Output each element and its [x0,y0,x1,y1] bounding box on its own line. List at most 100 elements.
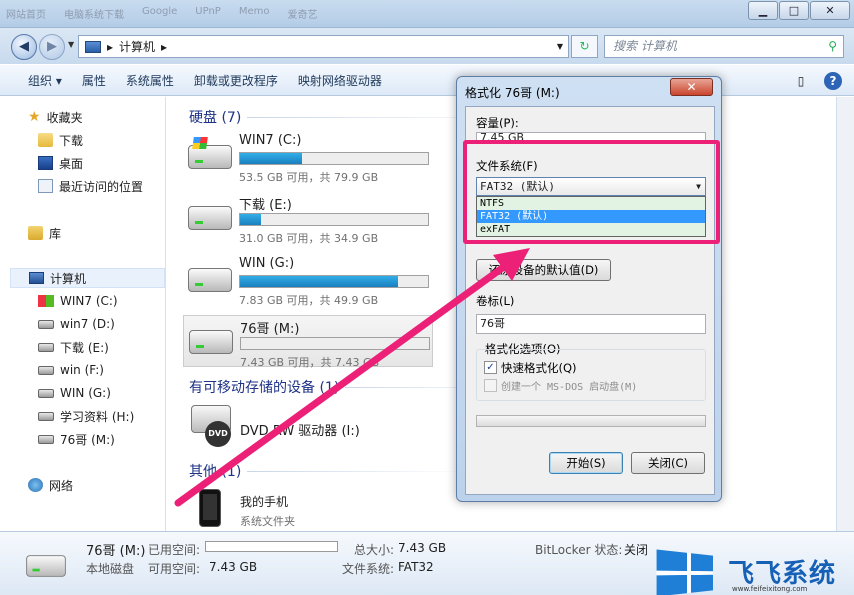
dvd-drive-icon[interactable]: DVD [191,405,235,447]
refresh-icon: ↻ [579,39,590,53]
search-input[interactable]: 搜索 计算机 ⚲ [604,35,844,58]
window-controls: ▁ □ ✕ [748,1,850,20]
titlebar-tab[interactable]: UPnP [195,6,221,21]
drive-info: 31.0 GB 可用，共 34.9 GB [239,232,379,245]
system-properties-button[interactable]: 系统属性 [116,72,184,89]
restore-defaults-button[interactable]: 还原设备的默认值(D) [476,259,611,281]
dvd-label: DVD [205,421,231,447]
sidebar-label: 网络 [49,478,74,493]
volume-label-input[interactable]: 76哥 [476,314,706,334]
free-space-value: 7.43 GB [209,560,258,574]
vertical-scrollbar[interactable] [836,97,854,531]
sidebar-label: 最近访问的位置 [59,179,144,194]
forward-arrow-icon: ▶ [47,39,57,54]
sidebar-label: 库 [49,226,62,241]
drive-icon [38,434,54,444]
view-controls: ▯ ? [792,72,842,90]
properties-button[interactable]: 属性 [72,72,116,89]
breadcrumb-computer[interactable]: 计算机 [119,38,155,55]
recent-places-icon [38,179,53,193]
titlebar-tab[interactable]: 网站首页 [6,6,46,21]
sidebar-item-favorites[interactable]: ★ 收藏夹 [28,107,83,127]
group-title: 有可移动存储的设备 (1) [189,380,340,396]
drive-icon [38,388,54,398]
desktop-icon [38,156,53,170]
sidebar-item-drive[interactable]: win (F:) [38,360,104,380]
filesystem-label: 文件系统: [342,562,395,576]
sidebar-item-network[interactable]: 网络 [28,475,73,495]
windows-logo-icon [192,137,208,149]
breadcrumb-separator[interactable]: ▸ [161,40,167,54]
details-name: 76哥 (M:) [86,544,146,559]
drive-usage-bar [239,213,429,226]
star-icon: ★ [28,109,41,125]
msdos-boot-checkbox[interactable] [484,379,497,392]
details-type: 本地磁盘 [86,562,135,576]
drive-tile[interactable]: WIN7 (C:) 53.5 GB 可用，共 79.9 GB [183,131,433,184]
start-button[interactable]: 开始(S) [549,452,623,474]
help-icon[interactable]: ? [824,72,842,90]
hard-drive-icon [188,206,232,230]
sidebar-label: 计算机 [50,271,87,286]
sidebar-item-drive[interactable]: 76哥 (M:) [38,429,115,449]
sidebar-item-drive[interactable]: win7 (D:) [38,314,115,334]
navigation-pane: ★ 收藏夹 下载 桌面 最近访问的位置 库 计算机 WIN7 (C:) win7… [0,97,166,531]
address-dropdown-icon[interactable]: ▼ [552,42,568,51]
minimize-button[interactable]: ▁ [748,1,778,20]
sidebar-item-computer[interactable]: 计算机 [10,268,165,288]
bitlocker-label: BitLocker 状态: [535,543,623,557]
maximize-button[interactable]: □ [779,1,809,20]
close-window-button[interactable]: ✕ [810,1,850,20]
sidebar-item-drive[interactable]: 学习资料 (H:) [38,406,134,426]
preview-pane-icon[interactable]: ▯ [792,72,810,90]
volume-label-caption: 卷标(L) [476,294,515,308]
drive-icon [38,411,54,421]
refresh-button[interactable]: ↻ [571,35,598,58]
hard-drive-icon [189,330,233,354]
drive-tile[interactable]: 下载 (E:) 31.0 GB 可用，共 34.9 GB [183,192,433,245]
dialog-close-button[interactable]: ✕ [670,78,713,96]
format-options-group: ✓ 快速格式化(Q) 创建一个 MS-DOS 启动盘(M) [476,349,706,401]
sidebar-item-downloads[interactable]: 下载 [38,130,83,150]
close-button[interactable]: 关闭(C) [631,452,705,474]
sidebar-item-recent[interactable]: 最近访问的位置 [38,176,143,196]
back-button[interactable]: ◀ [11,34,37,60]
used-space-label: 已用空间: [148,543,201,557]
forward-button[interactable]: ▶ [39,34,65,60]
titlebar-tab[interactable]: Google [142,6,177,21]
sidebar-label: 学习资料 (H:) [60,409,135,424]
quick-format-checkbox[interactable]: ✓ [484,361,497,374]
watermark-url: www.feifeixitong.com [732,585,808,593]
recent-pages-dropdown[interactable]: ▼ [68,40,74,49]
sidebar-label: win (F:) [60,363,104,377]
address-input[interactable]: ▸ 计算机 ▸ ▼ [78,35,569,58]
sidebar-label: 桌面 [59,156,84,171]
sidebar-item-drive[interactable]: 下载 (E:) [38,337,109,357]
titlebar-tab[interactable]: 爱奇艺 [287,6,317,21]
dvd-drive-name[interactable]: DVD RW 驱动器 (I:) [240,420,360,439]
sidebar-item-drive[interactable]: WIN7 (C:) [38,291,118,311]
drive-tile[interactable]: WIN (G:) 7.83 GB 可用，共 49.9 GB [183,254,433,307]
drive-usage-bar [239,275,429,288]
highlight-box [463,140,720,244]
organize-button[interactable]: 组织 ▾ [18,72,72,89]
sidebar-label: win7 (D:) [60,317,115,331]
breadcrumb-separator[interactable]: ▸ [107,40,113,54]
capacity-label: 容量(P): [476,116,519,130]
phone-name[interactable]: 我的手机 [240,493,288,510]
titlebar-tab[interactable]: 电脑系统下载 [64,6,124,21]
phone-icon[interactable] [199,489,221,527]
sidebar-item-desktop[interactable]: 桌面 [38,153,83,173]
free-space-label: 可用空间: [148,562,201,576]
search-icon[interactable]: ⚲ [828,36,837,57]
group-header-other[interactable]: 其他 (1) [189,461,468,481]
search-placeholder: 搜索 计算机 [613,39,677,53]
drive-icon [38,319,54,329]
uninstall-button[interactable]: 卸载或更改程序 [184,72,288,89]
titlebar-tab[interactable]: Memo [239,6,270,21]
drive-tile-selected[interactable]: 76哥 (M:) 7.43 GB 可用，共 7.43 GB [183,315,433,369]
window-titlebar: 网站首页 电脑系统下载 Google UPnP Memo 爱奇艺 ▁ □ ✕ [0,0,854,28]
sidebar-item-drive[interactable]: WIN (G:) [38,383,111,403]
map-drive-button[interactable]: 映射网络驱动器 [288,72,392,89]
sidebar-item-libraries[interactable]: 库 [28,223,61,243]
